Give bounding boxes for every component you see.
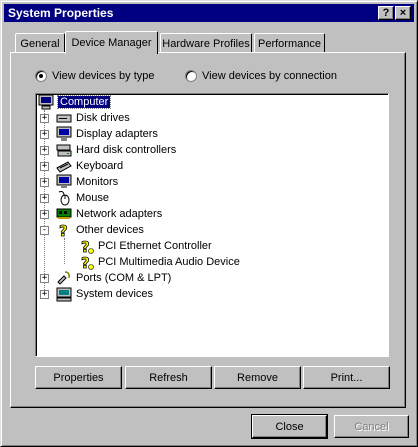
expand-toggle[interactable]: + [40,290,49,299]
tree-root-label: Computer [56,95,112,109]
device-manager-panel: View devices by type View devices by con… [10,52,406,408]
view-by-type-label: View devices by type [52,70,155,82]
system-properties-window: System Properties ? × General Device Man… [0,0,418,447]
close-button-label: Close [275,420,304,433]
display-adapter-icon [56,126,72,141]
tree-item-other-devices[interactable]: - ? Other devices [40,222,144,238]
tree-item-label: Mouse [76,192,110,204]
port-icon [57,271,70,285]
close-window-button[interactable]: × [395,6,411,20]
tree-item-label: Display adapters [76,128,158,140]
refresh-button-label: Refresh [149,371,188,384]
view-by-connection-label: View devices by connection [202,70,337,82]
expand-toggle[interactable]: + [40,162,49,171]
window-title: System Properties [8,6,114,20]
properties-button[interactable]: Properties [35,366,122,389]
tab-performance[interactable]: Performance [254,33,325,53]
monitor-icon [56,174,72,188]
tree-item-pci-ethernet-controller[interactable]: ? PCI Ethernet Controller [78,238,212,254]
computer-icon [38,94,54,110]
tree-item-label: System devices [76,288,154,300]
svg-text:?: ? [59,222,68,238]
cancel-button-label: Cancel [354,420,389,433]
tree-item-mouse[interactable]: + Mouse [40,190,109,206]
tree-item-keyboard[interactable]: + Keyboard [40,158,123,174]
system-device-icon [56,287,72,302]
tree-item-label: PCI Ethernet Controller [98,240,212,252]
expand-toggle[interactable]: + [40,194,49,203]
tree-item-network-adapters[interactable]: + Network adapters [40,206,162,222]
expand-toggle[interactable]: + [40,178,49,187]
tree-root-computer[interactable]: Computer [38,94,112,110]
tab-performance-label: Performance [258,37,321,50]
mouse-icon [58,191,70,206]
tree-item-hard-disk-controllers[interactable]: + Hard disk controllers [40,142,176,158]
tree-item-label: Disk drives [76,112,130,124]
keyboard-icon [56,161,72,173]
expand-toggle[interactable]: + [40,130,49,139]
tab-general-label: General [20,37,60,50]
expand-toggle[interactable]: + [40,146,49,155]
tab-hardware-profiles-label: Hardware Profiles [162,37,250,50]
tree-item-disk-drives[interactable]: + Disk drives [40,110,130,126]
help-glyph: ? [382,7,390,19]
disk-drive-icon [56,114,72,123]
view-by-type-radio[interactable]: View devices by type [35,70,155,82]
help-button[interactable]: ? [378,6,394,20]
tree-item-label: Other devices [76,224,144,236]
unknown-device-icon: ? [81,254,94,270]
expand-toggle[interactable]: + [40,210,49,219]
tree-item-label: PCI Multimedia Audio Device [98,256,240,268]
tree-item-label: Monitors [76,176,119,188]
cancel-button[interactable]: Cancel [334,415,409,438]
expand-toggle[interactable]: + [40,274,49,283]
collapse-toggle[interactable]: - [40,226,49,235]
tree-connector [64,238,65,264]
device-tree[interactable]: Computer + Disk drives + Display adapter… [35,93,389,357]
expand-toggle[interactable]: + [40,114,49,123]
tree-item-label: Ports (COM & LPT) [76,272,172,284]
remove-button[interactable]: Remove [214,366,301,389]
tree-item-label: Network adapters [76,208,163,220]
hard-disk-controller-icon [56,144,72,157]
question-mark-icon: ? [59,222,69,238]
refresh-button[interactable]: Refresh [125,366,212,389]
title-bar[interactable]: System Properties ? × [4,4,414,22]
tree-item-monitors[interactable]: + Monitors [40,174,118,190]
tree-item-display-adapters[interactable]: + Display adapters [40,126,158,142]
network-adapter-icon [56,208,72,219]
tree-item-system-devices[interactable]: + System devices [40,286,153,302]
tree-item-label: Hard disk controllers [76,144,177,156]
tab-hardware-profiles[interactable]: Hardware Profiles [160,33,252,53]
tab-device-manager-label: Device Manager [71,37,152,49]
radio-selected-indicator [35,70,47,82]
tree-item-pci-multimedia-audio-device[interactable]: ? PCI Multimedia Audio Device [78,254,240,270]
print-button[interactable]: Print... [303,366,390,389]
tree-item-label: Keyboard [76,160,124,172]
close-button[interactable]: Close [251,414,328,439]
print-button-label: Print... [330,371,363,384]
unknown-device-icon: ? [81,238,94,254]
tab-device-manager[interactable]: Device Manager [65,31,158,54]
view-by-connection-radio[interactable]: View devices by connection [185,70,337,82]
close-icon: × [399,7,407,19]
tree-item-ports[interactable]: + Ports (COM & LPT) [40,270,171,286]
tab-general[interactable]: General [15,33,65,53]
remove-button-label: Remove [237,371,278,384]
radio-unselected-indicator [185,70,197,82]
properties-button-label: Properties [53,371,104,384]
